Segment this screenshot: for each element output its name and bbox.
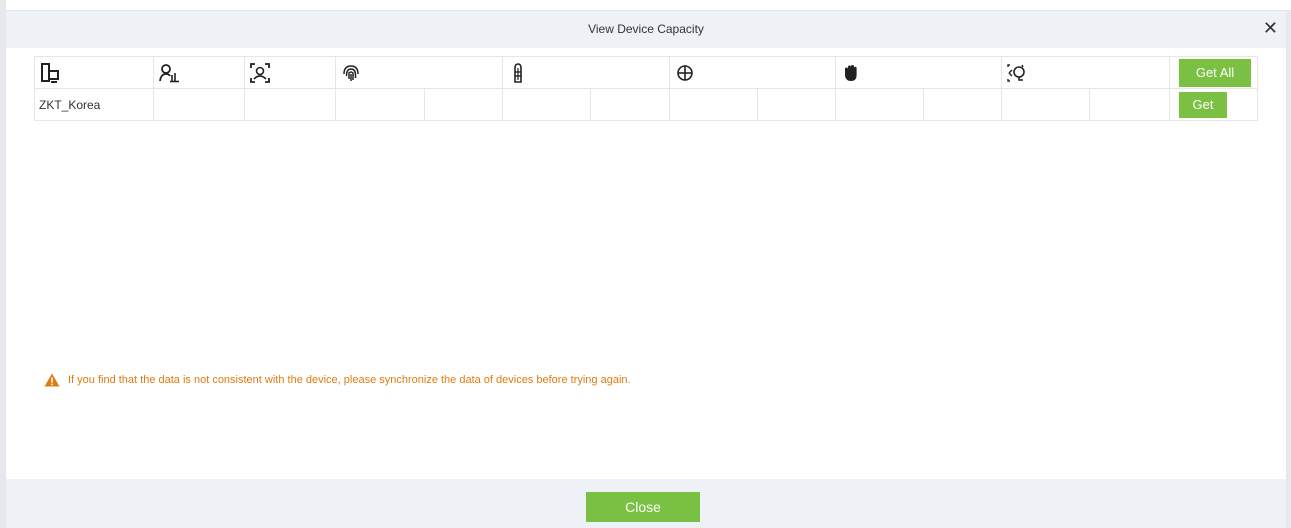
header-device-cell <box>34 56 154 89</box>
close-icon[interactable]: ✕ <box>1263 17 1278 39</box>
header-iris-cell <box>669 56 836 89</box>
iris-icon <box>674 62 696 84</box>
table-row: ZKT_Korea Get <box>34 88 1258 121</box>
device-capacity-table: Get All ZKT_Korea Get <box>34 56 1258 121</box>
palm-icon <box>840 62 862 84</box>
warning-icon <box>44 373 60 387</box>
header-face-cell <box>244 56 336 89</box>
fingerprint-count-cell <box>335 88 425 121</box>
visible-light-face-count-cell <box>1001 88 1090 121</box>
finger-vein-count-cell <box>502 88 591 121</box>
left-edge <box>0 0 6 528</box>
dialog-footer: Close <box>6 479 1286 528</box>
row-action-cell: Get <box>1169 88 1258 121</box>
user-count-cell <box>153 88 245 121</box>
device-icon <box>39 62 61 84</box>
iris-capacity-cell <box>757 88 836 121</box>
device-name-cell: ZKT_Korea <box>34 88 154 121</box>
header-action-cell: Get All <box>1169 56 1258 89</box>
palm-capacity-cell <box>923 88 1002 121</box>
view-device-capacity-dialog: View Device Capacity ✕ Get All ZKT_Korea… <box>0 0 1291 528</box>
warning-text: If you find that the data is not consist… <box>68 374 631 386</box>
dialog-title: View Device Capacity <box>588 22 704 36</box>
header-palm-cell <box>835 56 1002 89</box>
close-button[interactable]: Close <box>586 492 700 522</box>
visible-light-face-capacity-cell <box>1089 88 1170 121</box>
user-icon <box>158 62 180 84</box>
right-edge <box>1286 10 1291 528</box>
face-count-cell <box>244 88 336 121</box>
header-user-cell <box>153 56 245 89</box>
sync-warning: If you find that the data is not consist… <box>44 373 631 387</box>
dialog-title-bar: View Device Capacity ✕ <box>6 10 1286 48</box>
get-all-button[interactable]: Get All <box>1179 58 1251 87</box>
fingerprint-icon <box>340 62 362 84</box>
table-header-row: Get All <box>34 56 1258 89</box>
finger-vein-capacity-cell <box>590 88 670 121</box>
palm-count-cell <box>835 88 924 121</box>
header-finger-vein-cell <box>502 56 670 89</box>
face-icon <box>249 62 271 84</box>
header-fingerprint-cell <box>335 56 503 89</box>
iris-count-cell <box>669 88 758 121</box>
header-visible-light-face-cell <box>1001 56 1170 89</box>
fingerprint-capacity-cell <box>424 88 503 121</box>
visible-light-face-icon <box>1006 62 1028 84</box>
finger-vein-icon <box>507 62 529 84</box>
get-button[interactable]: Get <box>1179 91 1227 118</box>
